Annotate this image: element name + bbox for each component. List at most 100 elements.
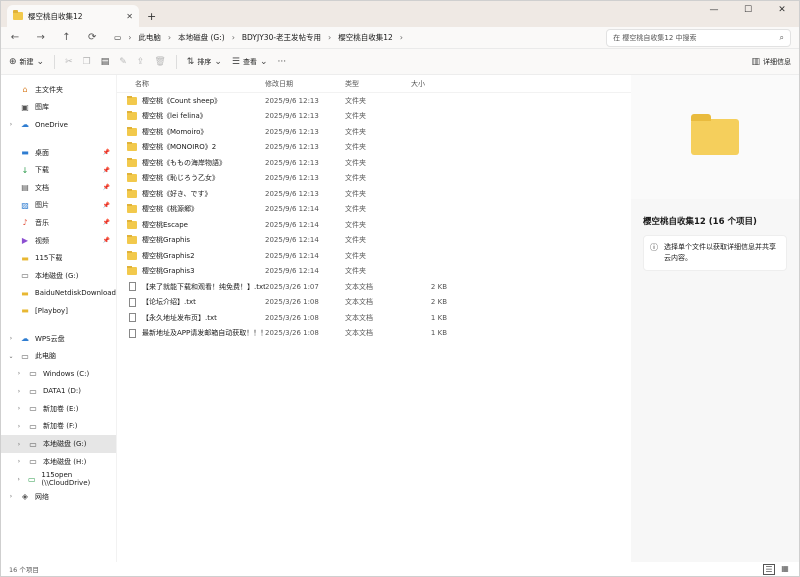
gallery-icon: ▣ (21, 102, 29, 112)
new-button[interactable]: ⊕ 新建 ⌄ (9, 57, 44, 67)
copy-button[interactable]: ❐ (83, 57, 91, 67)
tab-close-icon[interactable]: ✕ (126, 12, 133, 21)
chevron-icon[interactable]: › (15, 476, 22, 483)
sidebar-item[interactable]: ▨ 图片 📌 (1, 197, 116, 215)
breadcrumb-item[interactable]: 此电脑 (138, 32, 161, 43)
file-type: 文本文档 (345, 282, 373, 291)
new-tab-button[interactable]: + (147, 5, 156, 27)
file-row[interactable]: 樱空桃《Momoiro》 2025/9/6 12:13 文件夹 (117, 124, 631, 140)
breadcrumb-item[interactable]: 本地磁盘 (G:) (178, 32, 225, 43)
file-row[interactable]: 樱空桃《MONOIRO》2 2025/9/6 12:13 文件夹 (117, 140, 631, 156)
chevron-icon[interactable]: › (15, 370, 23, 377)
pin-icon[interactable]: 📌 (103, 149, 110, 156)
tiles-view-icon[interactable]: ▦ (779, 564, 791, 575)
pin-icon[interactable]: 📌 (103, 237, 110, 244)
file-name: 樱空桃Graphis (142, 236, 191, 245)
sidebar-item[interactable]: ⌄ ▭ 此电脑 (1, 347, 116, 365)
file-row[interactable]: 樱空桃《好き、です》 2025/9/6 12:13 文件夹 (117, 186, 631, 202)
sidebar-item[interactable]: ▶ 视频 📌 (1, 232, 116, 250)
sidebar-item[interactable]: ▬ 桌面 📌 (1, 144, 116, 162)
file-row[interactable]: 【论坛介绍】.txt 2025/3/26 1:08 文本文档 2 KB (117, 295, 631, 311)
file-row[interactable]: 樱空桃Graphis 2025/9/6 12:14 文件夹 (117, 233, 631, 249)
file-row[interactable]: 【永久地址发布页】.txt 2025/3/26 1:08 文本文档 1 KB (117, 310, 631, 326)
sidebar-item[interactable]: › ▭ 新加卷 (F:) (1, 418, 116, 436)
chevron-icon[interactable]: › (15, 441, 23, 448)
column-name[interactable]: 名称 (117, 79, 265, 89)
sort-button[interactable]: ⇅ 排序 ⌄ (187, 57, 222, 67)
address-bar[interactable]: ▭ › 此电脑 › 本地磁盘 (G:) › BDYJY30-老王发帖专用 › 樱… (114, 29, 592, 47)
content-area: ⌂ 主文件夹 ▣ 图库 › ☁ OneDrive ▬ 桌面 📌 ↓ 下载 📌 ▤ 文档 📌 ▨ 图片 📌 ♪ 音乐 📌 ▶ 视… (1, 75, 799, 562)
up-icon[interactable]: ↑ (61, 32, 73, 43)
search-input[interactable]: 在 樱空桃自收集12 中搜索 ⌕ (606, 28, 791, 47)
breadcrumb-item[interactable]: 樱空桃自收集12 (338, 32, 393, 43)
file-row[interactable]: 樱空桃Graphis2 2025/9/6 12:14 文件夹 (117, 248, 631, 264)
back-icon[interactable]: ← (9, 32, 21, 43)
sidebar-item[interactable]: › ☁ OneDrive (1, 116, 116, 134)
details-view-icon[interactable]: ☰ (763, 563, 775, 575)
window-controls: — ☐ ✕ (697, 1, 799, 21)
pin-icon[interactable]: 📌 (103, 219, 110, 226)
sidebar-item[interactable]: ▣ 图库 (1, 99, 116, 117)
sidebar-item[interactable]: › ▭ Windows (C:) (1, 365, 116, 383)
sidebar-item[interactable]: › ▭ 115open (\\CloudDrive) (1, 470, 116, 488)
pin-icon[interactable]: 📌 (103, 184, 110, 191)
chevron-icon[interactable]: › (15, 423, 23, 430)
file-size: 2 KB (430, 282, 447, 291)
file-row[interactable]: 樱空桃《恥じろう乙女》 2025/9/6 12:13 文件夹 (117, 171, 631, 187)
view-button[interactable]: ☰ 查看 ⌄ (232, 57, 268, 67)
sidebar-item[interactable]: ♪ 音乐 📌 (1, 214, 116, 232)
sidebar-item[interactable]: ▤ 文档 📌 (1, 179, 116, 197)
sidebar-item[interactable]: › ▭ 本地磁盘 (H:) (1, 453, 116, 471)
file-row[interactable]: 樱空桃《lei felina》 2025/9/6 12:13 文件夹 (117, 109, 631, 125)
file-row[interactable]: 最新地址及APP请发邮箱自动获取！！！... 2025/3/26 1:08 文本文档… (117, 326, 631, 342)
refresh-icon[interactable]: ⟳ (86, 32, 98, 43)
tab-active[interactable]: 樱空桃自收集12 ✕ (7, 5, 139, 27)
share-button[interactable]: ⇪ (137, 57, 145, 67)
chevron-icon[interactable]: › (15, 388, 23, 395)
chevron-icon[interactable]: › (15, 458, 23, 465)
minimize-button[interactable]: — (697, 1, 731, 21)
sidebar-item[interactable]: ▬ 115下载 (1, 249, 116, 267)
chevron-icon[interactable]: › (7, 121, 15, 128)
pin-icon[interactable]: 📌 (103, 202, 110, 209)
breadcrumb-item[interactable]: BDYJY30-老王发帖专用 (242, 32, 321, 43)
chevron-icon[interactable]: › (15, 405, 23, 412)
chevron-icon[interactable]: › (7, 335, 15, 342)
file-type: 文件夹 (345, 205, 366, 214)
column-size[interactable]: 大小 (411, 79, 447, 89)
sidebar-item[interactable]: ▬ [Playboy] (1, 302, 116, 320)
maximize-button[interactable]: ☐ (731, 1, 765, 21)
forward-icon[interactable]: → (35, 32, 47, 43)
file-row[interactable]: 樱空桃Escape 2025/9/6 12:14 文件夹 (117, 217, 631, 233)
sidebar-item[interactable]: ⌂ 主文件夹 (1, 81, 116, 99)
file-date: 2025/9/6 12:13 (265, 143, 319, 152)
more-button[interactable]: ··· (277, 57, 286, 67)
close-button[interactable]: ✕ (765, 1, 799, 21)
sidebar-item[interactable]: ↓ 下载 📌 (1, 161, 116, 179)
file-type: 文件夹 (345, 127, 366, 136)
chevron-icon[interactable]: ⌄ (7, 353, 15, 360)
chevron-icon[interactable]: › (7, 493, 15, 500)
pin-icon[interactable]: 📌 (103, 167, 110, 174)
sidebar-item[interactable]: ▭ 本地磁盘 (G:) (1, 267, 116, 285)
sidebar-item[interactable]: › ▭ 新加卷 (E:) (1, 400, 116, 418)
file-row[interactable]: 【来了就能下载和观看！纯免费！】.txt 2025/3/26 1:07 文本文档 2 … (117, 279, 631, 295)
file-row[interactable]: 樱空桃《桃源郷》 2025/9/6 12:14 文件夹 (117, 202, 631, 218)
file-row[interactable]: 樱空桃《Count sheep》 2025/9/6 12:13 文件夹 (117, 93, 631, 109)
sidebar-item[interactable]: › ◈ 网络 (1, 488, 116, 506)
file-row[interactable]: 樱空桃Graphis3 2025/9/6 12:14 文件夹 (117, 264, 631, 280)
cut-button[interactable]: ✂ (65, 57, 73, 67)
delete-button[interactable]: 🗑 (154, 57, 165, 67)
sidebar-item[interactable]: ▬ BaiduNetdiskDownload (1, 285, 116, 303)
sidebar-item-label: [Playboy] (35, 306, 68, 315)
paste-button[interactable]: ▤ (101, 57, 110, 67)
sidebar-item[interactable]: › ▭ 本地磁盘 (G:) (1, 435, 116, 453)
sidebar-item[interactable]: › ☁ WPS云盘 (1, 330, 116, 348)
file-row[interactable]: 樱空桃《ももの海岸物語》 2025/9/6 12:13 文件夹 (117, 155, 631, 171)
column-date[interactable]: 修改日期 (265, 79, 345, 89)
sidebar-item[interactable]: › ▭ DATA1 (D:) (1, 383, 116, 401)
details-button[interactable]: ▥ 详细信息 (751, 57, 791, 67)
column-type[interactable]: 类型 (345, 79, 411, 89)
rename-button[interactable]: ✎ (119, 57, 127, 67)
search-placeholder: 在 樱空桃自收集12 中搜索 (613, 33, 697, 42)
